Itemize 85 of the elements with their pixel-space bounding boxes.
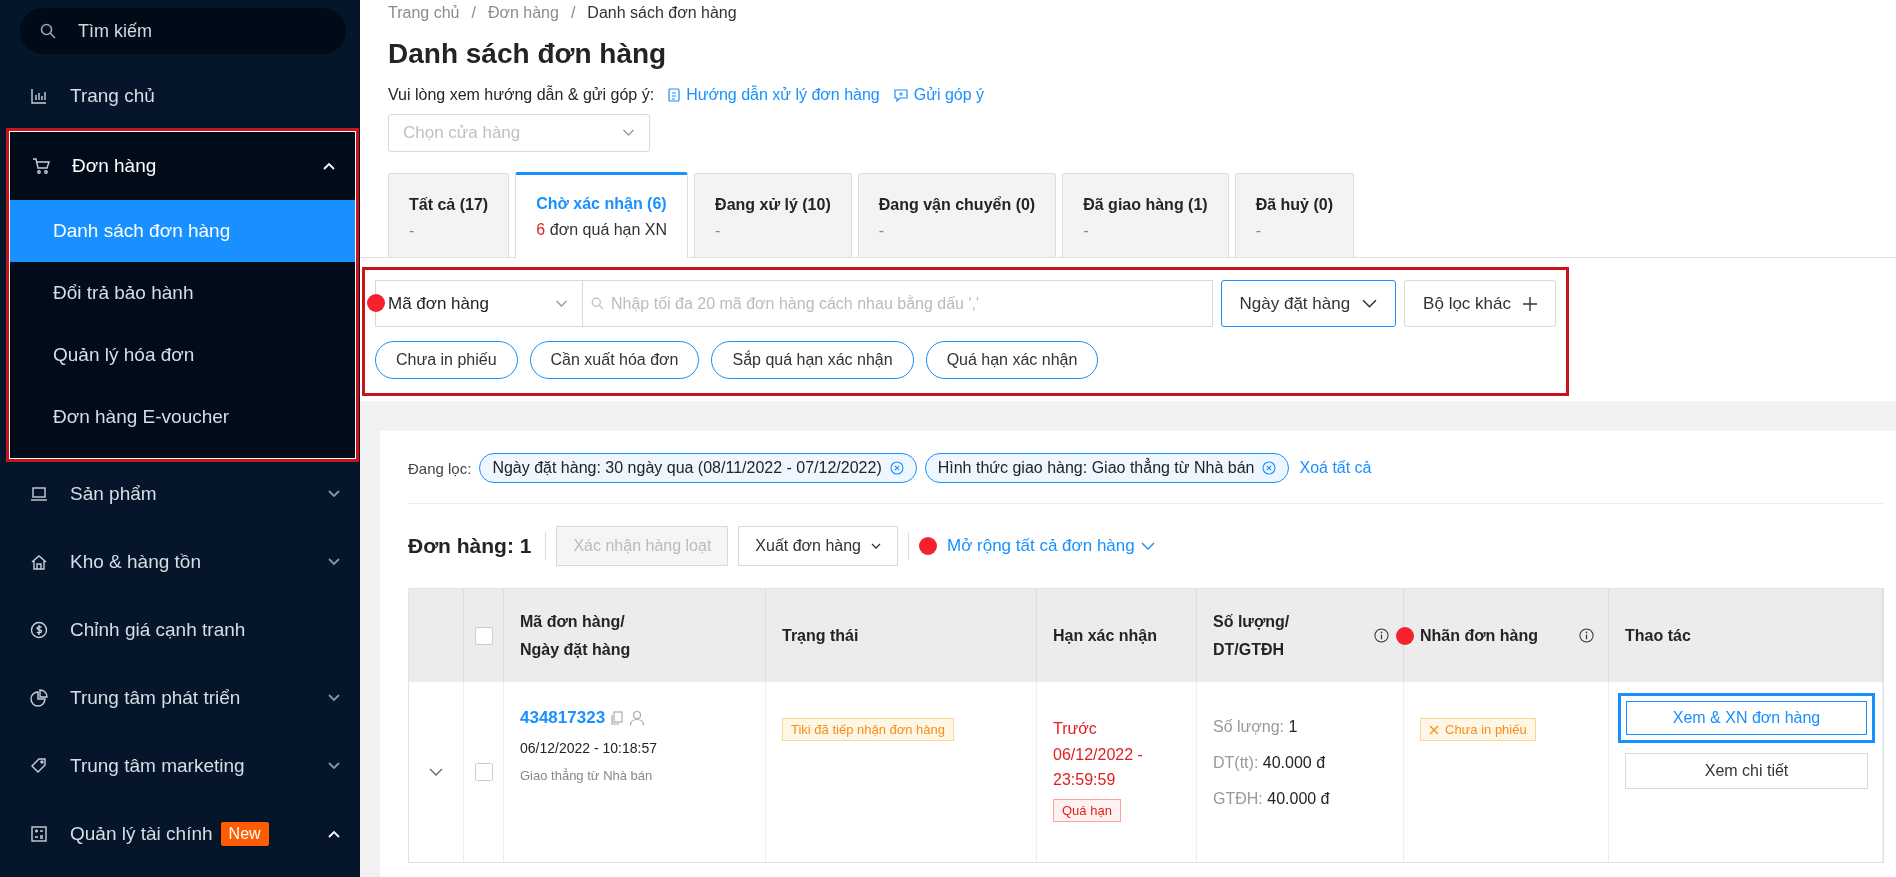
column-header: Nhãn đơn hàng: [1420, 625, 1539, 646]
breadcrumb-item[interactable]: Đơn hàng: [487, 4, 559, 22]
column-header: Trạng thái: [782, 625, 859, 646]
search-icon: [40, 23, 56, 39]
document-icon: [668, 88, 681, 102]
filter-tag: Ngày đặt hàng: 30 ngày qua (08/11/2022 - 07/12/2022): [479, 453, 917, 483]
amount-value: 40.000 đ: [1262, 754, 1326, 771]
filter-tag: Hình thức giao hàng: Giao thẳng từ Nhà bán: [924, 453, 1290, 483]
sidebar-item[interactable]: Trung tâm marketing: [8, 732, 360, 800]
more-filters-button[interactable]: Bộ lọc khác: [1404, 280, 1556, 327]
sidebar-subitem[interactable]: Đổi trả bảo hành: [10, 262, 355, 324]
search-type-select[interactable]: Mã đơn hàng: [375, 280, 583, 327]
copy-icon[interactable]: [611, 711, 624, 725]
column-header: Hạn xác nhận: [1053, 625, 1158, 646]
cart-icon: [32, 157, 50, 175]
column-header: Mã đơn hàng/ Ngày đặt hàng: [520, 612, 631, 660]
quick-filter-chip[interactable]: Sắp quá hạn xác nhận: [711, 341, 914, 379]
sidebar-item[interactable]: Chỉnh giá cạnh tranh: [8, 596, 360, 664]
status-tab[interactable]: Đang xử lý (10) -: [694, 173, 852, 257]
info-icon[interactable]: [1579, 628, 1594, 643]
new-badge: New: [220, 822, 269, 846]
caret-icon: [871, 543, 881, 549]
search-icon: [591, 297, 604, 310]
breadcrumb-separator: /: [570, 4, 576, 22]
order-date: 06/12/2022 - 10:18:57: [520, 740, 658, 756]
status-tab[interactable]: Đã huỷ (0) -: [1234, 173, 1354, 257]
chevron-down-icon: [1140, 542, 1155, 550]
chevron-down-icon: [1362, 299, 1378, 308]
page-title: Danh sách đơn hàng: [388, 38, 668, 70]
home-icon: [30, 553, 48, 571]
breadcrumb-separator: /: [471, 4, 476, 22]
sidebar-subitem[interactable]: Quản lý hóa đơn: [10, 324, 355, 386]
search-field[interactable]: Tìm kiếm: [20, 8, 346, 54]
tag-icon: [30, 757, 48, 775]
pie-icon: [30, 689, 48, 707]
sidebar-item[interactable]: Kho & hàng tồn: [8, 528, 360, 596]
order-count: Đơn hàng: 1: [408, 534, 532, 558]
checkbox[interactable]: [474, 763, 493, 781]
guide-text: Vui lòng xem hướng dẫn & gửi góp ý:: [388, 86, 655, 104]
view-details-button[interactable]: Xem chi tiết: [1625, 753, 1868, 789]
dollar-icon: [30, 621, 48, 639]
chart-icon: [30, 87, 48, 105]
column-header: Số lượng/ DT/GTĐH: [1213, 612, 1290, 660]
laptop-icon: [30, 485, 48, 503]
amount-label: Số lượng:: [1213, 718, 1284, 735]
quick-filter-chip[interactable]: Cần xuất hóa đơn: [529, 341, 700, 379]
feedback-icon: [893, 88, 908, 102]
filter-label: Đang lọc:: [408, 459, 472, 477]
sidebar-item[interactable]: Trang chủ: [8, 62, 360, 130]
amount-label: GTĐH:: [1213, 790, 1263, 807]
info-icon[interactable]: [1374, 628, 1389, 643]
sidebar-item[interactable]: Trung tâm phát triển: [8, 664, 360, 732]
column-header: Thao tác: [1625, 625, 1691, 646]
amount-value: 1: [1288, 718, 1298, 735]
status-tab[interactable]: Chờ xác nhận (6) 6 đơn quá hạn XN: [515, 172, 689, 258]
status-tab[interactable]: Đã giao hàng (1) -: [1062, 173, 1229, 257]
close-icon[interactable]: [1262, 461, 1277, 475]
amount-value: 40.000 đ: [1267, 790, 1330, 807]
sidebar-item[interactable]: Đơn hàng: [10, 132, 355, 200]
close-icon[interactable]: [889, 461, 904, 475]
checkbox[interactable]: [474, 626, 493, 645]
confirm-deadline: Trước 06/12/2022 - 23:59:59: [1053, 719, 1144, 791]
status-tab[interactable]: Tất cả (17) -: [388, 173, 510, 257]
order-search-field[interactable]: Nhập tối đa 20 mã đơn hàng cách nhau bằng dấu ',': [583, 280, 1213, 327]
status-tag: Tiki đã tiếp nhận đơn hàng: [782, 718, 955, 741]
date-filter-button[interactable]: Ngày đặt hàng: [1220, 280, 1397, 327]
shipping-method: Giao thẳng từ Nhà bán: [520, 768, 654, 783]
status-tab[interactable]: Đang vận chuyển (0) -: [857, 173, 1057, 257]
order-label-tag: Chưa in phiếu: [1420, 718, 1536, 741]
sidebar-item[interactable]: Sản phẩm: [8, 460, 360, 528]
calc-icon: [30, 825, 48, 843]
close-icon: [1429, 724, 1439, 735]
breadcrumb-item: Danh sách đơn hàng: [587, 4, 737, 22]
amount-label: DT(tt):: [1213, 754, 1259, 771]
chevron-down-icon: [555, 299, 568, 308]
sidebar-item[interactable]: Quản lý tài chính New: [8, 800, 360, 868]
chevron-down-icon: [622, 129, 635, 137]
user-icon: [629, 710, 646, 726]
quick-filter-chip[interactable]: Chưa in phiếu: [375, 341, 518, 379]
quick-filter-chip[interactable]: Quá hạn xác nhận: [925, 341, 1099, 379]
sidebar-subitem[interactable]: Đơn hàng E-voucher: [10, 386, 355, 448]
expand-chevron-icon[interactable]: [429, 768, 443, 776]
plus-icon: [1523, 296, 1537, 311]
export-button[interactable]: Xuất đơn hàng: [738, 526, 898, 566]
overdue-tag: Quá hạn: [1053, 798, 1121, 822]
